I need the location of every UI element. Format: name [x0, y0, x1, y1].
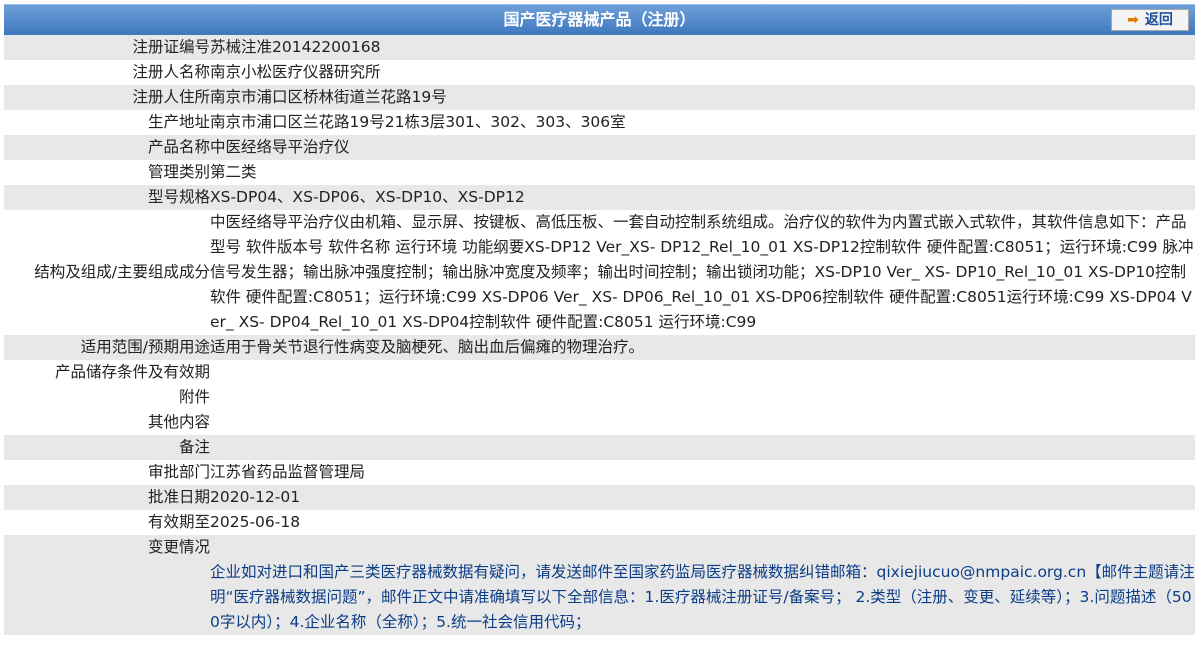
field-value: 南京市浦口区兰花路19号21栋3层301、302、303、306室: [210, 113, 626, 131]
field-value: XS-DP04、XS-DP06、XS-DP10、XS-DP12: [210, 185, 1195, 210]
field-label: 型号规格: [4, 185, 210, 210]
field-value: 中医经络导平治疗仪: [210, 135, 1195, 160]
table-row: 注册人名称 南京小松医疗仪器研究所: [4, 60, 1195, 85]
table-row: 产品名称 中医经络导平治疗仪: [4, 135, 1195, 160]
table-row: 注册人住所 南京市浦口区桥林街道兰花路19号: [4, 85, 1195, 110]
arrow-right-icon: ➡: [1127, 12, 1139, 28]
field-value: [210, 360, 1195, 385]
page-title: 国产医疗器械产品（注册）: [503, 10, 696, 29]
table-row: 产品储存条件及有效期: [4, 360, 1195, 385]
field-label: 有效期至: [147, 513, 210, 531]
field-value: [210, 410, 1195, 435]
table-row: 审批部门 江苏省药品监督管理局: [4, 460, 1195, 485]
table-row: 注册证编号 苏械注准20142200168: [4, 35, 1195, 60]
table-row: 有效期至 2025-06-18: [4, 510, 1195, 535]
field-label: 适用范围/预期用途: [4, 335, 210, 360]
field-value: 第二类: [210, 163, 257, 181]
field-label: 结构及组成/主要组成成分: [34, 263, 210, 281]
table-row: 型号规格 XS-DP04、XS-DP06、XS-DP10、XS-DP12: [4, 185, 1195, 210]
title-bar: 国产医疗器械产品（注册） ➡ 返回: [4, 4, 1195, 35]
field-value: 苏械注准20142200168: [210, 35, 1195, 60]
field-label: 管理类别: [147, 163, 210, 181]
field-label: 批准日期: [4, 485, 210, 510]
field-value: 中医经络导平治疗仪由机箱、显示屏、按键板、高低压板、一套自动控制系统组成。治疗仪…: [210, 213, 1194, 331]
field-label: 审批部门: [147, 463, 210, 481]
field-value: 江苏省药品监督管理局: [210, 463, 366, 481]
data-correction-notice: 企业如对进口和国产三类医疗器械数据有疑问，请发送邮件至国家药监局医疗器械数据纠错…: [210, 563, 1195, 631]
field-label: 变更情况: [4, 535, 210, 635]
table-row: 生产地址 南京市浦口区兰花路19号21栋3层301、302、303、306室: [4, 110, 1195, 135]
field-value: 2020-12-01: [210, 485, 1195, 510]
table-row: 结构及组成/主要组成成分 中医经络导平治疗仪由机箱、显示屏、按键板、高低压板、一…: [4, 210, 1195, 335]
notice-cell: 企业如对进口和国产三类医疗器械数据有疑问，请发送邮件至国家药监局医疗器械数据纠错…: [210, 535, 1195, 635]
table-row: 管理类别 第二类: [4, 160, 1195, 185]
table-row: 适用范围/预期用途 适用于骨关节退行性病变及脑梗死、脑出血后偏瘫的物理治疗。: [4, 335, 1195, 360]
field-label: 生产地址: [147, 113, 210, 131]
field-label: 附件: [178, 388, 210, 406]
field-label: 注册人名称: [132, 63, 210, 81]
page: 国产医疗器械产品（注册） ➡ 返回 注册证编号 苏械注准20142200168 注…: [0, 0, 1199, 661]
field-value: 适用于骨关节退行性病变及脑梗死、脑出血后偏瘫的物理治疗。: [210, 335, 1195, 360]
field-label: 备注: [4, 435, 210, 460]
field-value: [210, 435, 1195, 460]
field-value: 2025-06-18: [210, 513, 301, 531]
detail-table: 注册证编号 苏械注准20142200168 注册人名称 南京小松医疗仪器研究所 …: [4, 35, 1195, 635]
table-row: 备注: [4, 435, 1195, 460]
field-value: [210, 385, 1195, 410]
table-row: 其他内容: [4, 410, 1195, 435]
table-row: 批准日期 2020-12-01: [4, 485, 1195, 510]
field-label: 注册人住所: [4, 85, 210, 110]
back-button[interactable]: ➡ 返回: [1111, 9, 1189, 31]
back-button-label: 返回: [1144, 12, 1173, 28]
table-row: 变更情况 企业如对进口和国产三类医疗器械数据有疑问，请发送邮件至国家药监局医疗器…: [4, 535, 1195, 635]
field-label: 产品名称: [4, 135, 210, 160]
field-label: 注册证编号: [4, 35, 210, 60]
field-value: 南京市浦口区桥林街道兰花路19号: [210, 85, 1195, 110]
field-value: 南京小松医疗仪器研究所: [210, 63, 381, 81]
table-row: 附件: [4, 385, 1195, 410]
field-label: 产品储存条件及有效期: [54, 363, 210, 381]
field-label: 其他内容: [147, 413, 210, 431]
